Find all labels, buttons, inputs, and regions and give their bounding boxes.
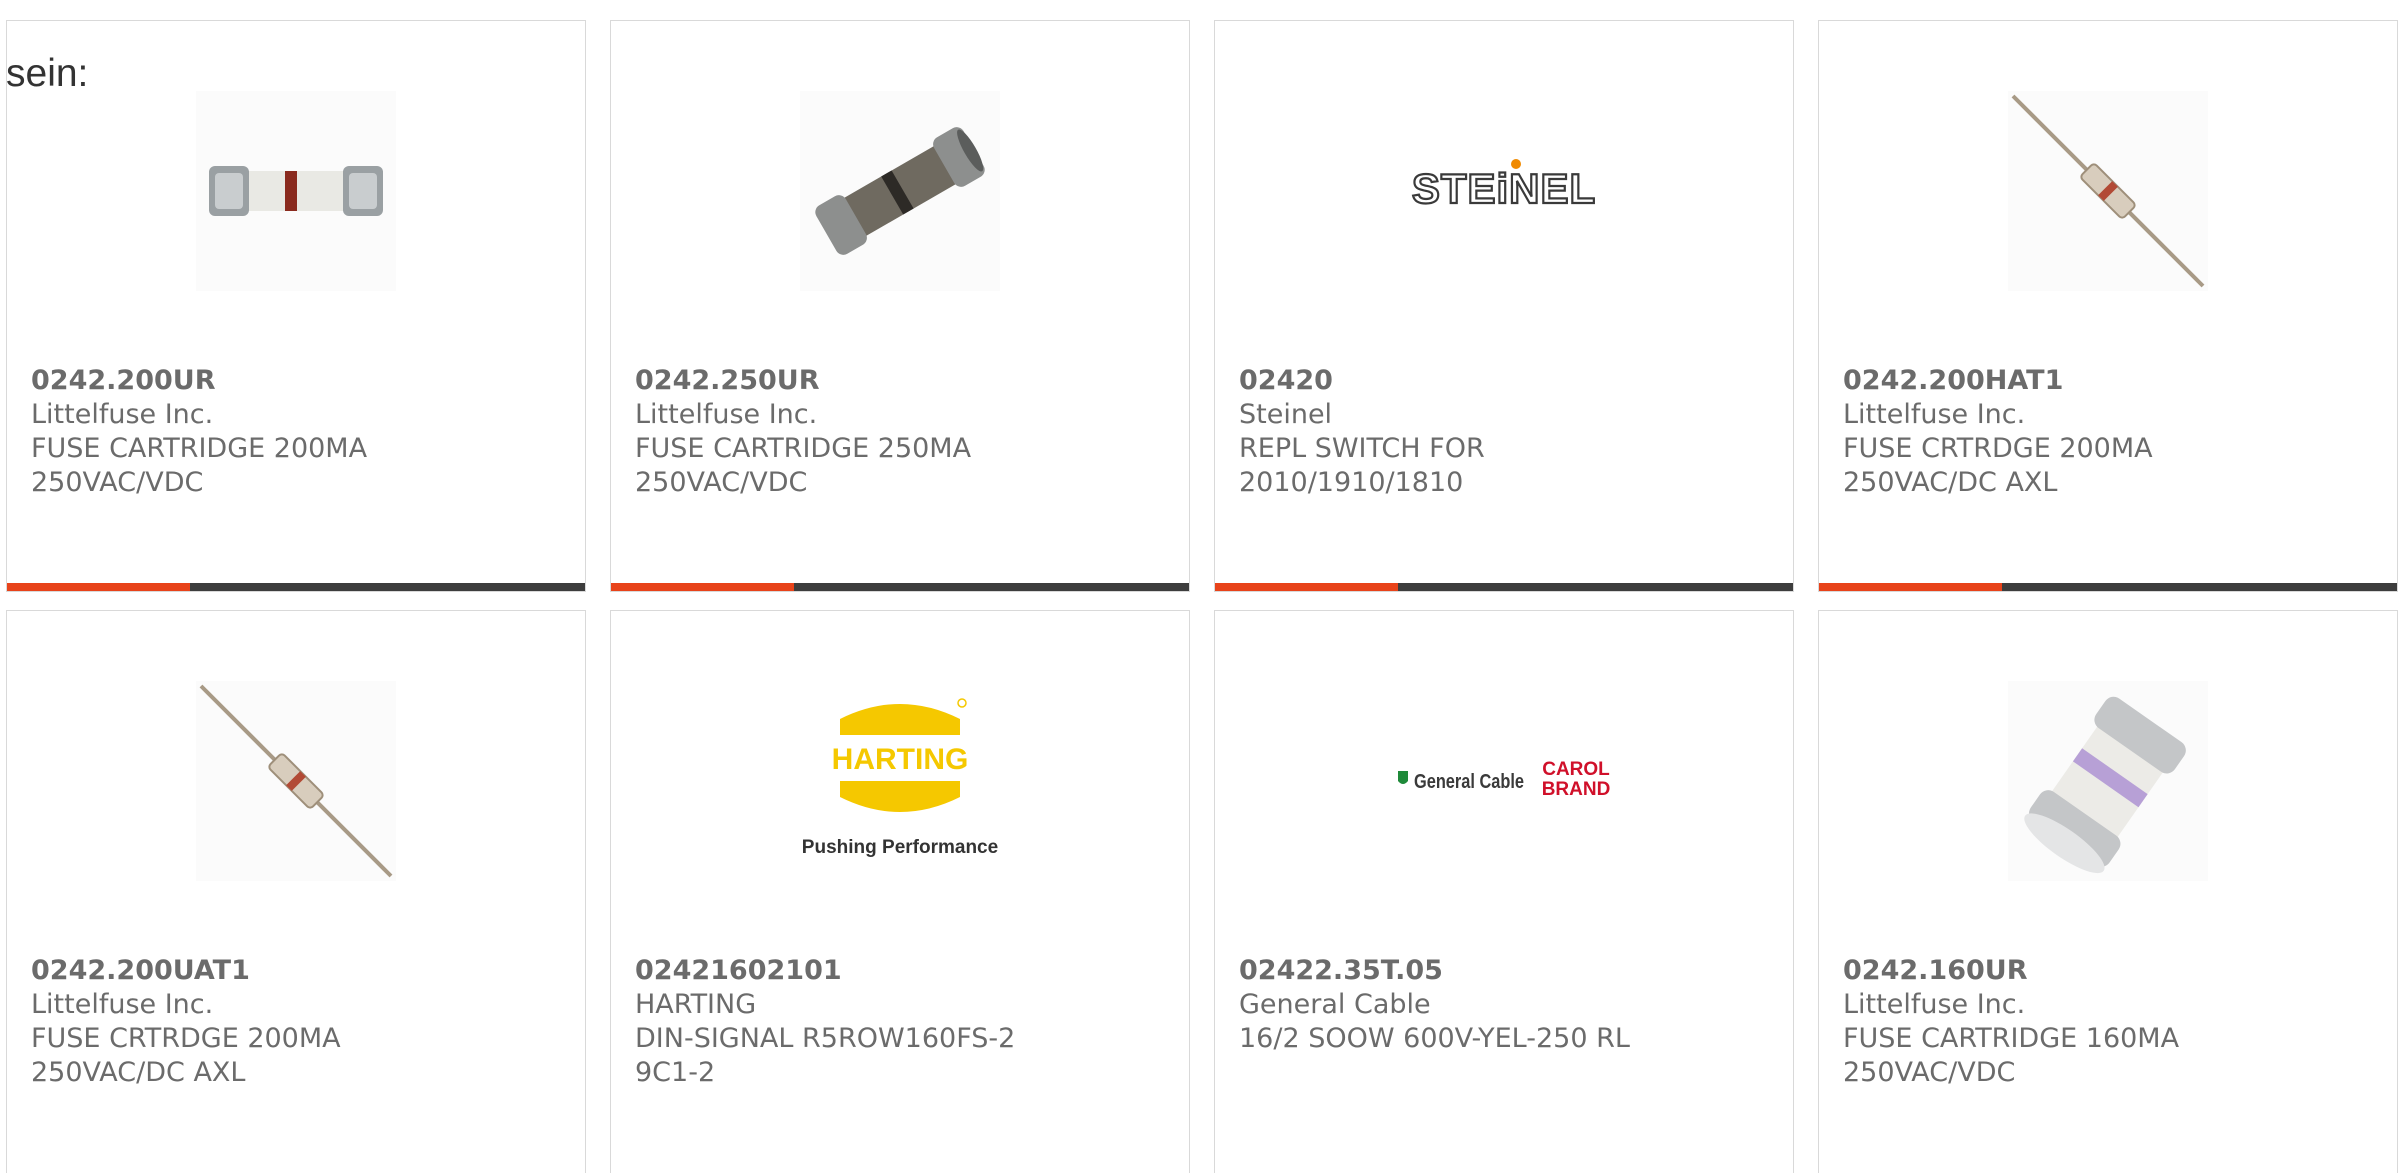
description-line: 250VAC/VDC <box>635 467 808 498</box>
card-bar-accent <box>1819 583 2002 591</box>
description-line: DIN-SIGNAL R5ROW160FS-2 <box>635 1023 1016 1054</box>
product-grid-page: 0242.200UR Littelfuse Inc. FUSE CARTRIDG… <box>0 0 2400 1173</box>
description-line: 2010/1910/1810 <box>1239 467 1464 498</box>
fuse-cartridge-dark-image[interactable] <box>800 91 1000 291</box>
part-number[interactable]: 02422.35T.05 <box>1239 954 1769 988</box>
card-bottom-bar <box>7 583 585 591</box>
description-line: 16/2 SOOW 600V-YEL-250 RL <box>1239 1023 1630 1054</box>
description-line: FUSE CRTRDGE 200MA <box>1843 433 2153 464</box>
product-card[interactable]: STEiNEL 02420 Steinel REPL SWITCH FOR 20… <box>1214 20 1794 592</box>
product-info: 02420 Steinel REPL SWITCH FOR 2010/1910/… <box>1239 364 1769 500</box>
description-line: 250VAC/DC AXL <box>31 1057 246 1088</box>
product-card[interactable]: 0242.160UR Littelfuse Inc. FUSE CARTRIDG… <box>1818 610 2398 1173</box>
axial-fuse-image[interactable] <box>196 681 396 881</box>
card-bottom-bar <box>611 583 1189 591</box>
product-card[interactable]: 0242.200UR Littelfuse Inc. FUSE CARTRIDG… <box>6 20 586 592</box>
product-card[interactable]: 0242.250UR Littelfuse Inc. FUSE CARTRIDG… <box>610 20 1190 592</box>
card-bottom-bar <box>1819 583 2397 591</box>
description-line: 250VAC/DC AXL <box>1843 467 2058 498</box>
product-info: 0242.200UAT1 Littelfuse Inc. FUSE CRTRDG… <box>31 954 561 1090</box>
product-info: 0242.200UR Littelfuse Inc. FUSE CARTRIDG… <box>31 364 561 500</box>
manufacturer: HARTING <box>635 989 757 1020</box>
carol-brand-bottom: BRAND <box>1542 779 1611 800</box>
product-card[interactable]: HARTING Pushing Performance 02421602101 … <box>610 610 1190 1173</box>
manufacturer: Steinel <box>1239 399 1333 430</box>
product-info: 0242.250UR Littelfuse Inc. FUSE CARTRIDG… <box>635 364 1165 500</box>
product-grid: 0242.200UR Littelfuse Inc. FUSE CARTRIDG… <box>6 20 2398 1173</box>
harting-logo[interactable]: HARTING Pushing Performance <box>790 681 1010 881</box>
part-number[interactable]: 02420 <box>1239 364 1769 398</box>
product-info: 0242.160UR Littelfuse Inc. FUSE CARTRIDG… <box>1843 954 2373 1090</box>
description-line: 250VAC/VDC <box>31 467 204 498</box>
fuse-cartridge-purple-band-image[interactable] <box>2008 681 2208 881</box>
carol-brand-top: CAROL <box>1542 759 1610 780</box>
part-number[interactable]: 02421602101 <box>635 954 1165 988</box>
part-number[interactable]: 0242.200UR <box>31 364 561 398</box>
description-line: REPL SWITCH FOR <box>1239 433 1485 464</box>
manufacturer: General Cable <box>1239 989 1431 1020</box>
harting-logo-text: HARTING <box>832 743 969 776</box>
product-card[interactable]: General Cable CAROL BRAND 02422.35T.05 G… <box>1214 610 1794 1173</box>
card-bar-accent <box>7 583 190 591</box>
description-line: FUSE CRTRDGE 200MA <box>31 1023 341 1054</box>
description-line: FUSE CARTRIDGE 200MA <box>31 433 368 464</box>
steinel-logo-text: STEiNEL <box>1412 165 1596 212</box>
manufacturer: Littelfuse Inc. <box>1843 399 2026 430</box>
axial-fuse-image[interactable] <box>2008 91 2208 291</box>
fuse-cartridge-red-band-image[interactable] <box>196 91 396 291</box>
description-line: FUSE CARTRIDGE 250MA <box>635 433 972 464</box>
general-cable-logo[interactable]: General Cable CAROL BRAND <box>1384 681 1624 881</box>
manufacturer: Littelfuse Inc. <box>1843 989 2026 1020</box>
manufacturer: Littelfuse Inc. <box>635 399 818 430</box>
product-card[interactable]: 0242.200HAT1 Littelfuse Inc. FUSE CRTRDG… <box>1818 20 2398 592</box>
product-info: 0242.200HAT1 Littelfuse Inc. FUSE CRTRDG… <box>1843 364 2373 500</box>
product-info: 02421602101 HARTING DIN-SIGNAL R5ROW160F… <box>635 954 1165 1090</box>
part-number[interactable]: 0242.250UR <box>635 364 1165 398</box>
part-number[interactable]: 0242.160UR <box>1843 954 2373 988</box>
card-bar-accent <box>1215 583 1398 591</box>
description-line: 250VAC/VDC <box>1843 1057 2016 1088</box>
manufacturer: Littelfuse Inc. <box>31 399 214 430</box>
description-line: FUSE CARTRIDGE 160MA <box>1843 1023 2180 1054</box>
harting-tagline: Pushing Performance <box>802 837 998 858</box>
product-card[interactable]: 0242.200UAT1 Littelfuse Inc. FUSE CRTRDG… <box>6 610 586 1173</box>
product-info: 02422.35T.05 General Cable 16/2 SOOW 600… <box>1239 954 1769 1056</box>
manufacturer: Littelfuse Inc. <box>31 989 214 1020</box>
general-cable-logo-text: General Cable <box>1414 771 1524 793</box>
part-number[interactable]: 0242.200HAT1 <box>1843 364 2373 398</box>
card-bar-accent <box>611 583 794 591</box>
description-line: 9C1-2 <box>635 1057 716 1088</box>
card-bottom-bar <box>1215 583 1793 591</box>
stray-label: sein: <box>6 52 89 95</box>
steinel-logo[interactable]: STEiNEL <box>1389 91 1619 291</box>
part-number[interactable]: 0242.200UAT1 <box>31 954 561 988</box>
